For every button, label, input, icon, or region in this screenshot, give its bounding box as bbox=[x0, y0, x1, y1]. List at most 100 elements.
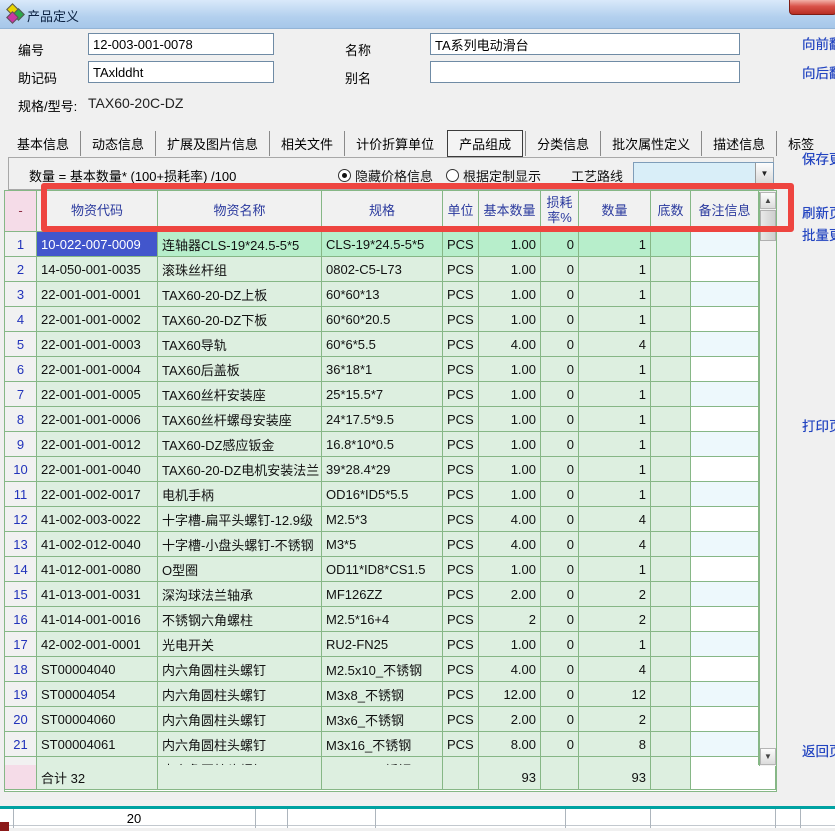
tab-8[interactable]: 描述信息 bbox=[701, 131, 776, 156]
cell-unit[interactable]: PCS bbox=[443, 632, 479, 656]
process-route-select[interactable]: ▼ bbox=[633, 162, 774, 185]
cell-remark[interactable] bbox=[691, 407, 759, 431]
side-button-0[interactable]: 向前翻页 bbox=[802, 33, 835, 53]
cell-qty[interactable]: 1 bbox=[579, 232, 651, 256]
cell-material-name[interactable]: 内六角圆柱头螺钉 bbox=[158, 732, 322, 756]
cell-remark[interactable] bbox=[691, 432, 759, 456]
cell-unit[interactable]: PCS bbox=[443, 457, 479, 481]
side-button-5[interactable]: 打印页面 bbox=[802, 415, 835, 435]
cell-loss-rate[interactable]: 0 bbox=[541, 432, 579, 456]
cell-unit[interactable]: PCS bbox=[443, 482, 479, 506]
side-button-3[interactable]: 刷新页面 bbox=[802, 202, 835, 222]
header-material-code[interactable]: 物资代码 bbox=[37, 191, 158, 231]
cell-material-code[interactable]: 41-012-001-0080 bbox=[37, 557, 158, 581]
cell-unit[interactable]: PCS bbox=[443, 507, 479, 531]
cell-material-code[interactable]: 22-001-001-0004 bbox=[37, 357, 158, 381]
table-row[interactable]: 22ST00004063内六角圆柱头螺钉M3x10_不锈钢PCS3.0003 bbox=[5, 757, 776, 765]
cell-base-qty[interactable]: 1.00 bbox=[479, 457, 541, 481]
cell-unit[interactable]: PCS bbox=[443, 232, 479, 256]
cell-base[interactable] bbox=[651, 482, 691, 506]
cell-base-qty[interactable]: 4.00 bbox=[479, 332, 541, 356]
cell-remark[interactable] bbox=[691, 557, 759, 581]
cell-base[interactable] bbox=[651, 507, 691, 531]
header-unit[interactable]: 单位 bbox=[443, 191, 479, 231]
cell-remark[interactable] bbox=[691, 507, 759, 531]
cell-base[interactable] bbox=[651, 407, 691, 431]
cell-loss-rate[interactable]: 0 bbox=[541, 507, 579, 531]
cell-material-code[interactable]: 41-013-001-0031 bbox=[37, 582, 158, 606]
cell-material-code[interactable]: 22-001-001-0012 bbox=[37, 432, 158, 456]
cell-base-qty[interactable]: 3.00 bbox=[479, 757, 541, 765]
radio-hide-price[interactable]: 隐藏价格信息 bbox=[338, 166, 433, 185]
cell-material-code[interactable]: ST00004054 bbox=[37, 682, 158, 706]
cell-material-name[interactable]: TAX60-20-DZ下板 bbox=[158, 307, 322, 331]
cell-spec[interactable]: M2.5x10_不锈钢 bbox=[322, 657, 443, 681]
table-row[interactable]: 110-022-007-0009连轴器CLS-19*24.5-5*5CLS-19… bbox=[5, 232, 776, 257]
cell-unit[interactable]: PCS bbox=[443, 357, 479, 381]
cell-base-qty[interactable]: 1.00 bbox=[479, 632, 541, 656]
cell-unit[interactable]: PCS bbox=[443, 732, 479, 756]
cell-material-name[interactable]: 内六角圆柱头螺钉 bbox=[158, 757, 322, 765]
cell-material-name[interactable]: TAX60后盖板 bbox=[158, 357, 322, 381]
cell-base[interactable] bbox=[651, 657, 691, 681]
cell-qty[interactable]: 1 bbox=[579, 407, 651, 431]
cell-loss-rate[interactable]: 0 bbox=[541, 407, 579, 431]
cell-spec[interactable]: OD11*ID8*CS1.5 bbox=[322, 557, 443, 581]
cell-material-code[interactable]: 22-001-001-0003 bbox=[37, 332, 158, 356]
cell-qty[interactable]: 4 bbox=[579, 507, 651, 531]
cell-remark[interactable] bbox=[691, 732, 759, 756]
cell-qty[interactable]: 8 bbox=[579, 732, 651, 756]
cell-remark[interactable] bbox=[691, 532, 759, 556]
cell-remark[interactable] bbox=[691, 382, 759, 406]
cell-spec[interactable]: OD16*ID5*5.5 bbox=[322, 482, 443, 506]
cell-unit[interactable]: PCS bbox=[443, 607, 479, 631]
mnemonic-input[interactable] bbox=[88, 61, 274, 83]
cell-unit[interactable]: PCS bbox=[443, 707, 479, 731]
header-spec[interactable]: 规格 bbox=[322, 191, 443, 231]
cell-spec[interactable]: M3x6_不锈钢 bbox=[322, 707, 443, 731]
table-row[interactable]: 1241-002-003-0022十字槽-扁平头螺钉-12.9级M2.5*3PC… bbox=[5, 507, 776, 532]
side-button-6[interactable]: 返回页面 bbox=[802, 740, 835, 760]
cell-qty[interactable]: 1 bbox=[579, 357, 651, 381]
cell-material-code[interactable]: 22-001-001-0006 bbox=[37, 407, 158, 431]
cell-qty[interactable]: 4 bbox=[579, 332, 651, 356]
side-button-2[interactable]: 保存更改 bbox=[802, 148, 835, 168]
table-row[interactable]: 422-001-001-0002TAX60-20-DZ下板60*60*20.5P… bbox=[5, 307, 776, 332]
cell-material-code[interactable]: 14-050-001-0035 bbox=[37, 257, 158, 281]
table-row[interactable]: 214-050-001-0035滚珠丝杆组0802-C5-L73PCS1.000… bbox=[5, 257, 776, 282]
cell-unit[interactable]: PCS bbox=[443, 382, 479, 406]
cell-loss-rate[interactable]: 0 bbox=[541, 282, 579, 306]
cell-spec[interactable]: M3x10_不锈钢 bbox=[322, 757, 443, 765]
cell-base[interactable] bbox=[651, 632, 691, 656]
cell-base[interactable] bbox=[651, 532, 691, 556]
cell-base-qty[interactable]: 8.00 bbox=[479, 732, 541, 756]
cell-spec[interactable]: M3*5 bbox=[322, 532, 443, 556]
cell-remark[interactable] bbox=[691, 357, 759, 381]
table-row[interactable]: 722-001-001-0005TAX60丝杆安装座25*15.5*7PCS1.… bbox=[5, 382, 776, 407]
close-button[interactable] bbox=[789, 0, 835, 15]
cell-base-qty[interactable]: 4.00 bbox=[479, 507, 541, 531]
cell-base-qty[interactable]: 1.00 bbox=[479, 357, 541, 381]
cell-spec[interactable]: 60*60*20.5 bbox=[322, 307, 443, 331]
cell-unit[interactable]: PCS bbox=[443, 682, 479, 706]
cell-spec[interactable]: M2.5*3 bbox=[322, 507, 443, 531]
cell-material-code[interactable]: 41-002-012-0040 bbox=[37, 532, 158, 556]
cell-material-code[interactable]: ST00004040 bbox=[37, 657, 158, 681]
cell-material-name[interactable]: 连轴器CLS-19*24.5-5*5 bbox=[158, 232, 322, 256]
header-base-qty[interactable]: 基本数量 bbox=[479, 191, 541, 231]
tab-6[interactable]: 分类信息 bbox=[525, 131, 600, 156]
table-row[interactable]: 21ST00004061内六角圆柱头螺钉M3x16_不锈钢PCS8.0008 bbox=[5, 732, 776, 757]
cell-remark[interactable] bbox=[691, 757, 759, 765]
tab-0[interactable]: 基本信息 bbox=[6, 131, 80, 156]
cell-spec[interactable]: 60*6*5.5 bbox=[322, 332, 443, 356]
cell-base-qty[interactable]: 12.00 bbox=[479, 682, 541, 706]
cell-qty[interactable]: 3 bbox=[579, 757, 651, 765]
scroll-down-icon[interactable]: ▼ bbox=[760, 748, 776, 765]
table-row[interactable]: 822-001-001-0006TAX60丝杆螺母安装座24*17.5*9.5P… bbox=[5, 407, 776, 432]
cell-material-name[interactable]: 十字槽-小盘头螺钉-不锈钢 bbox=[158, 532, 322, 556]
scrollbar-thumb[interactable] bbox=[760, 210, 776, 241]
cell-base[interactable] bbox=[651, 457, 691, 481]
cell-remark[interactable] bbox=[691, 682, 759, 706]
cell-material-name[interactable]: 内六角圆柱头螺钉 bbox=[158, 657, 322, 681]
cell-base[interactable] bbox=[651, 707, 691, 731]
